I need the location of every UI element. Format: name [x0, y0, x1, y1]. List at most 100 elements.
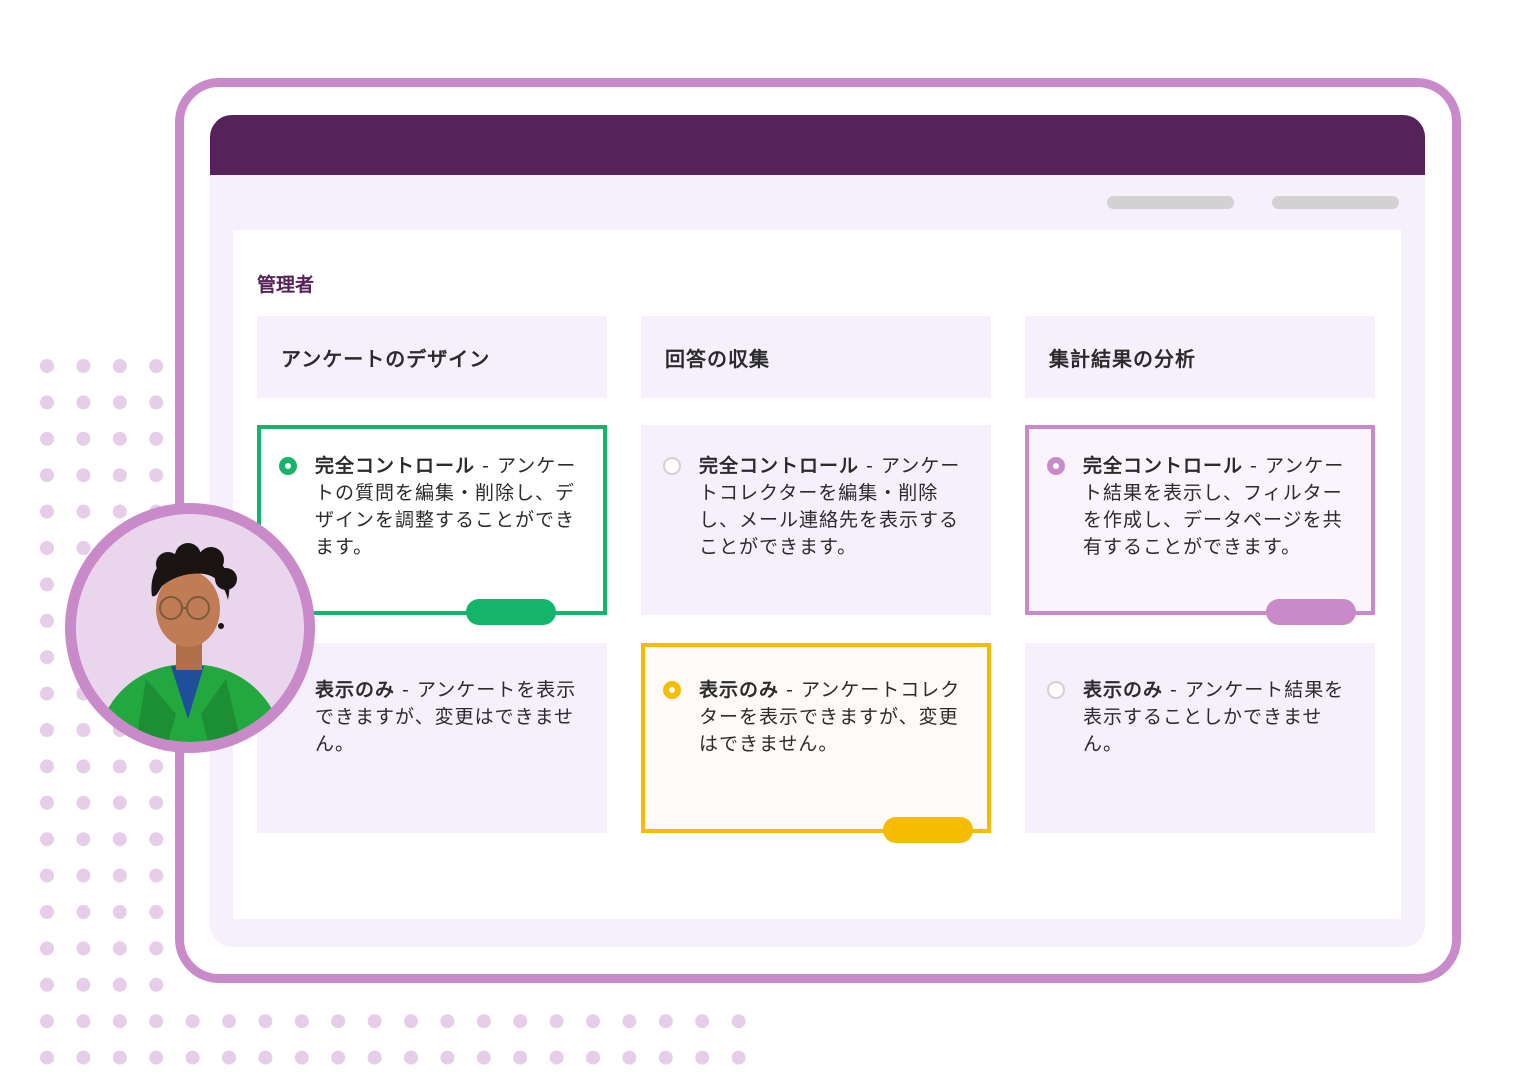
- column-header-analyze: 集計結果の分析: [1025, 316, 1375, 398]
- decorative-dot: [40, 977, 54, 992]
- radio-selected[interactable]: [1047, 457, 1065, 475]
- decorative-dot: [112, 395, 127, 410]
- option-design-view-only[interactable]: 表示のみ - アンケートを表示できますが、変更はできません。: [257, 643, 607, 833]
- decorative-dot: [76, 868, 91, 883]
- option-text: 完全コントロール - アンケートの質問を編集・削除し、デザインを調整することがで…: [315, 455, 577, 558]
- decorative-dot: [149, 759, 164, 774]
- decorative-dot: [331, 1014, 346, 1029]
- decorative-dot: [76, 504, 91, 519]
- option-text: 表示のみ - アンケートコレクターを表示できますが、変更はできません。: [699, 679, 961, 755]
- column-header-design: アンケートのデザイン: [257, 316, 607, 398]
- decorative-dot: [40, 686, 54, 701]
- decorative-dot: [40, 650, 54, 665]
- permissions-panel: 管理者 アンケートのデザイン 回答の収集 集計結果の分析 完全コントロール - …: [233, 230, 1401, 919]
- decorative-dot: [76, 431, 91, 446]
- option-analyze-view-only[interactable]: 表示のみ - アンケート結果を表示することしかできません。: [1025, 643, 1375, 833]
- decorative-dot: [404, 1014, 418, 1029]
- decorative-dot: [76, 941, 91, 956]
- decorative-dot: [40, 941, 54, 956]
- decorative-dot: [40, 723, 54, 737]
- option-text: 表示のみ - アンケート結果を表示することしかできません。: [1083, 679, 1345, 755]
- decorative-dot: [40, 395, 54, 410]
- decorative-dot: [149, 359, 164, 373]
- selection-tab-green: [466, 599, 556, 625]
- radio-selected[interactable]: [663, 681, 681, 699]
- radio-unselected[interactable]: [663, 457, 681, 475]
- decorative-dot: [149, 977, 164, 992]
- decorative-dot: [112, 759, 127, 774]
- decorative-dot: [112, 431, 127, 446]
- decorative-dot: [294, 1050, 309, 1065]
- decorative-dot: [731, 1014, 746, 1029]
- decorative-dot: [185, 1050, 200, 1065]
- decorative-dot: [149, 1014, 164, 1029]
- decorative-dot: [586, 1014, 600, 1029]
- decorative-dot: [149, 905, 164, 919]
- radio-unselected[interactable]: [1047, 681, 1065, 699]
- decorative-dot: [586, 1050, 600, 1065]
- decorative-dot: [112, 1050, 127, 1065]
- option-text: 完全コントロール - アンケート結果を表示し、フィルターを作成し、データページを…: [1083, 455, 1345, 558]
- decorative-dot: [149, 1050, 164, 1065]
- decorative-dot: [476, 1014, 491, 1029]
- decorative-dot: [112, 977, 127, 992]
- selection-tab-purple: [1266, 599, 1356, 625]
- decorative-dot: [112, 941, 127, 956]
- decorative-dot: [222, 1050, 236, 1065]
- decorative-dot: [76, 359, 91, 373]
- decorative-dot: [294, 1014, 309, 1029]
- decorative-dot: [40, 1014, 54, 1029]
- app-window: 管理者 アンケートのデザイン 回答の収集 集計結果の分析 完全コントロール - …: [210, 115, 1425, 947]
- decorative-dot: [76, 541, 91, 555]
- decorative-dot: [112, 359, 127, 373]
- user-avatar: [65, 503, 315, 753]
- decorative-dot: [76, 795, 91, 810]
- option-design-full-control[interactable]: 完全コントロール - アンケートの質問を編集・削除し、デザインを調整することがで…: [257, 425, 607, 615]
- radio-selected[interactable]: [279, 457, 297, 475]
- decorative-dot: [112, 795, 127, 810]
- decorative-dot: [185, 1014, 200, 1029]
- decorative-dot: [404, 1050, 418, 1065]
- decorative-dot: [258, 1014, 273, 1029]
- decorative-dot: [440, 1014, 455, 1029]
- decorative-dot: [658, 1050, 673, 1065]
- decorative-dot: [513, 1014, 528, 1029]
- option-text: 表示のみ - アンケートを表示できますが、変更はできません。: [315, 679, 577, 755]
- decorative-dot: [149, 431, 164, 446]
- decorative-dot: [695, 1014, 710, 1029]
- option-text: 完全コントロール - アンケートコレクターを編集・削除し、メール連絡先を表示する…: [699, 455, 961, 558]
- decorative-dot: [76, 977, 91, 992]
- decorative-dot: [549, 1014, 564, 1029]
- avatar-photo: [76, 514, 304, 742]
- person-illustration: [96, 543, 286, 742]
- decorative-dot: [76, 905, 91, 919]
- decorative-dot: [149, 832, 164, 847]
- option-analyze-full-control[interactable]: 完全コントロール - アンケート結果を表示し、フィルターを作成し、データページを…: [1025, 425, 1375, 615]
- decorative-dot: [40, 832, 54, 847]
- decorative-dot: [222, 1014, 236, 1029]
- decorative-dot: [476, 1050, 491, 1065]
- section-label-admin: 管理者: [257, 274, 315, 296]
- decorative-dot: [40, 795, 54, 810]
- decorative-dot: [40, 541, 54, 555]
- decorative-dot: [149, 395, 164, 410]
- app-header-bar: [210, 115, 1425, 175]
- decorative-dot: [40, 431, 54, 446]
- decorative-dot: [40, 613, 54, 628]
- decorative-dot: [76, 468, 91, 483]
- option-collect-full-control[interactable]: 完全コントロール - アンケートコレクターを編集・削除し、メール連絡先を表示する…: [641, 425, 991, 615]
- column-header-collect: 回答の収集: [641, 316, 991, 398]
- decorative-dot: [622, 1014, 637, 1029]
- decorative-dot: [513, 1050, 528, 1065]
- decorative-dot: [731, 1050, 746, 1065]
- decorative-dot: [40, 468, 54, 483]
- decorative-dot: [76, 1014, 91, 1029]
- decorative-dot: [258, 1050, 273, 1065]
- decorative-dot: [622, 1050, 637, 1065]
- option-collect-view-only[interactable]: 表示のみ - アンケートコレクターを表示できますが、変更はできません。: [641, 643, 991, 833]
- decorative-dot: [76, 759, 91, 774]
- decorative-dot: [112, 1014, 127, 1029]
- decorative-dot: [112, 832, 127, 847]
- decorative-dot: [658, 1014, 673, 1029]
- decorative-dot: [149, 795, 164, 810]
